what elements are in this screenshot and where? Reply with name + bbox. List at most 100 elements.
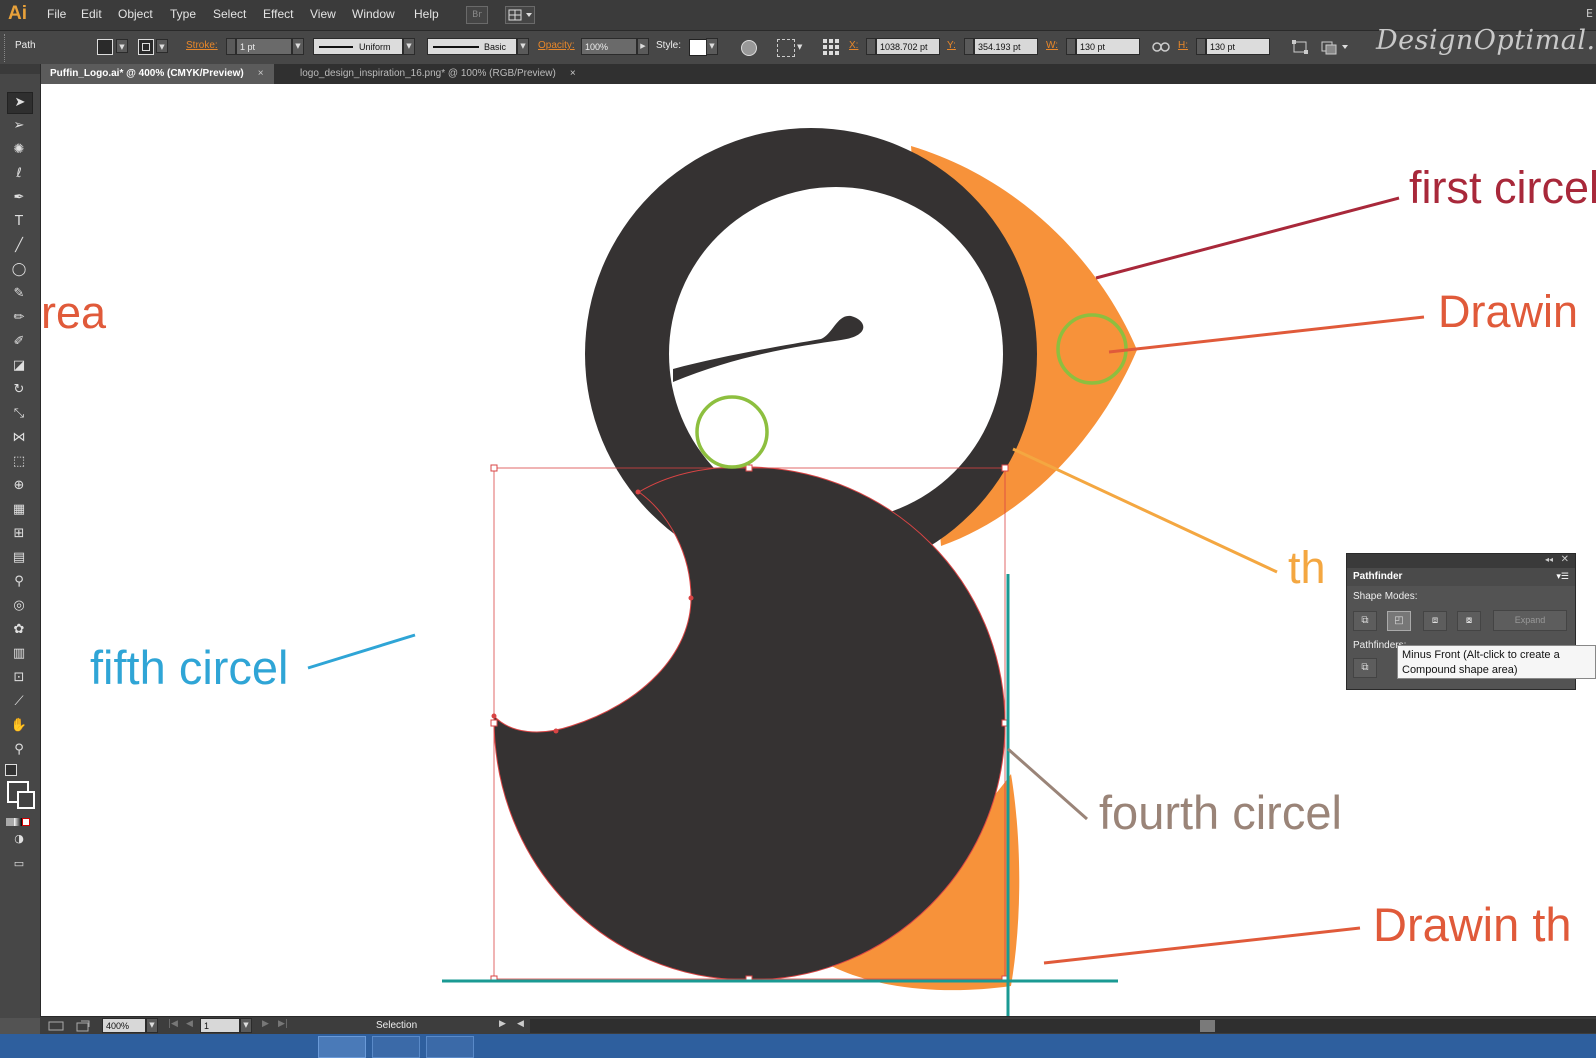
screen-mode-icon[interactable]: ▭ bbox=[7, 854, 31, 874]
last-artboard-icon[interactable]: ▶| bbox=[278, 1019, 288, 1029]
exclude-button[interactable]: ⧇ bbox=[1457, 611, 1481, 631]
menu-help[interactable]: Help bbox=[414, 7, 439, 21]
stroke-label[interactable]: Stroke: bbox=[186, 40, 218, 51]
stroke-weight-field[interactable]: 1 pt bbox=[236, 38, 292, 55]
taskbar-app-button[interactable] bbox=[372, 1036, 420, 1058]
magic-wand-tool-icon[interactable]: ✺ bbox=[7, 140, 31, 160]
taskbar-app-button[interactable] bbox=[426, 1036, 474, 1058]
fill-dropdown[interactable]: ▼ bbox=[116, 39, 128, 53]
w-field[interactable]: 130 pt bbox=[1076, 38, 1140, 55]
y-field[interactable]: 354.193 pt bbox=[974, 38, 1038, 55]
column-graph-tool-icon[interactable]: ▥ bbox=[7, 644, 31, 664]
pencil-tool-icon[interactable]: ✏ bbox=[7, 308, 31, 328]
scroll-left-icon[interactable]: ◀ bbox=[517, 1019, 524, 1029]
blob-brush-tool-icon[interactable]: ✐ bbox=[7, 332, 31, 352]
type-tool-icon[interactable]: T bbox=[7, 212, 31, 232]
close-icon[interactable]: ✕ bbox=[1561, 554, 1569, 565]
gradient-tool-icon[interactable]: ▤ bbox=[7, 548, 31, 568]
brush-definition[interactable]: Basic bbox=[427, 38, 517, 55]
bridge-button[interactable]: Br bbox=[466, 6, 488, 24]
panel-menu-icon[interactable]: ▾☰ bbox=[1556, 571, 1569, 582]
menu-window[interactable]: Window bbox=[352, 7, 395, 21]
mesh-tool-icon[interactable]: ⊞ bbox=[7, 524, 31, 544]
h-field[interactable]: 130 pt bbox=[1206, 38, 1270, 55]
h-label[interactable]: H: bbox=[1178, 40, 1188, 51]
line-segment-tool-icon[interactable]: ╱ bbox=[7, 236, 31, 256]
perspective-grid-tool-icon[interactable]: ▦ bbox=[7, 500, 31, 520]
ellipse-tool-icon[interactable]: ◯ bbox=[7, 260, 31, 280]
expand-button[interactable]: Expand bbox=[1493, 610, 1567, 631]
stroke-swatch[interactable] bbox=[138, 39, 154, 55]
constrain-proportions-icon[interactable] bbox=[1152, 40, 1170, 54]
selection-tool-icon[interactable]: ➤ bbox=[7, 92, 33, 114]
stroke-dropdown[interactable]: ▼ bbox=[156, 39, 168, 53]
artboard-number-field[interactable]: 1 bbox=[200, 1018, 240, 1033]
menu-effect[interactable]: Effect bbox=[263, 7, 293, 21]
w-label[interactable]: W: bbox=[1046, 40, 1058, 51]
workspace-switcher[interactable]: E bbox=[1586, 7, 1593, 20]
menu-select[interactable]: Select bbox=[213, 7, 246, 21]
stroke-color-icon[interactable] bbox=[17, 791, 35, 809]
close-icon[interactable]: × bbox=[258, 68, 264, 79]
y-label[interactable]: Y: bbox=[947, 40, 956, 51]
next-artboard-icon[interactable]: ▶ bbox=[262, 1019, 269, 1029]
profile-dropdown[interactable]: ▼ bbox=[403, 38, 415, 55]
scale-tool-icon[interactable]: ⤡ bbox=[7, 404, 31, 424]
rotate-tool-icon[interactable]: ↻ bbox=[7, 380, 31, 400]
intersect-button[interactable]: ⧈ bbox=[1423, 611, 1447, 631]
blend-tool-icon[interactable]: ◎ bbox=[7, 596, 31, 616]
opacity-dropdown[interactable]: ▶ bbox=[637, 38, 649, 55]
x-field[interactable]: 1038.702 pt bbox=[876, 38, 940, 55]
stroke-weight-stepper[interactable] bbox=[226, 38, 236, 55]
opacity-label[interactable]: Opacity: bbox=[538, 40, 575, 51]
lasso-tool-icon[interactable]: ℓ bbox=[7, 164, 31, 184]
share-icon[interactable] bbox=[76, 1020, 90, 1032]
color-mode-icons[interactable] bbox=[6, 816, 34, 826]
menu-file[interactable]: File bbox=[47, 7, 66, 21]
isolate-dropdown-icon[interactable]: ▼ bbox=[797, 43, 802, 51]
close-icon[interactable]: × bbox=[570, 68, 576, 79]
artboard-tool-icon[interactable]: ⊡ bbox=[7, 668, 31, 688]
y-stepper[interactable] bbox=[964, 38, 974, 55]
zoom-dropdown[interactable]: ▼ bbox=[146, 1018, 158, 1033]
menu-object[interactable]: Object bbox=[118, 7, 153, 21]
brush-dropdown[interactable]: ▼ bbox=[517, 38, 529, 55]
arrange-icon[interactable] bbox=[1320, 39, 1350, 55]
artboard-canvas[interactable]: first circel Drawin rea th fifth circel … bbox=[41, 84, 1596, 1016]
collapse-icon[interactable]: ◂◂ bbox=[1545, 555, 1553, 564]
draw-mode-icon[interactable]: ◑ bbox=[7, 829, 31, 849]
zoom-tool-icon[interactable]: ⚲ bbox=[7, 740, 31, 760]
default-colors-icon[interactable] bbox=[5, 764, 17, 776]
menu-type[interactable]: Type bbox=[170, 7, 196, 21]
first-artboard-icon[interactable]: |◀ bbox=[168, 1019, 178, 1029]
direct-selection-tool-icon[interactable]: ➢ bbox=[7, 116, 31, 136]
status-menu-icon[interactable]: ▶ bbox=[499, 1019, 506, 1029]
h-stepper[interactable] bbox=[1196, 38, 1206, 55]
symbol-sprayer-tool-icon[interactable]: ✿ bbox=[7, 620, 31, 640]
artboard-navigation-icon[interactable] bbox=[48, 1020, 64, 1032]
taskbar-app-button[interactable] bbox=[318, 1036, 366, 1058]
divide-button[interactable]: ⧉ bbox=[1353, 658, 1377, 678]
minus-front-button[interactable]: ◰ bbox=[1387, 611, 1411, 631]
paintbrush-tool-icon[interactable]: ✎ bbox=[7, 284, 31, 304]
isolate-group-icon[interactable] bbox=[777, 39, 795, 57]
tab-puffin-logo[interactable]: Puffin_Logo.ai* @ 400% (CMYK/Preview) × bbox=[40, 64, 274, 84]
scrollbar-thumb[interactable] bbox=[1200, 1020, 1215, 1032]
pen-tool-icon[interactable]: ✒ bbox=[7, 188, 31, 208]
unite-button[interactable]: ⧉ bbox=[1353, 611, 1377, 631]
transform-icon[interactable] bbox=[1291, 39, 1309, 55]
graphic-style-swatch[interactable] bbox=[689, 39, 707, 56]
opacity-field[interactable]: 100% bbox=[581, 38, 637, 55]
zoom-field[interactable]: 400% bbox=[102, 1018, 146, 1033]
reference-point-icon[interactable] bbox=[821, 37, 841, 57]
tab-logo-inspiration[interactable]: logo_design_inspiration_16.png* @ 100% (… bbox=[290, 64, 586, 84]
shape-builder-tool-icon[interactable]: ⊕ bbox=[7, 476, 31, 496]
width-tool-icon[interactable]: ⋈ bbox=[7, 428, 31, 448]
eyedropper-tool-icon[interactable]: ⚲ bbox=[7, 572, 31, 592]
hand-tool-icon[interactable]: ✋ bbox=[7, 716, 31, 736]
variable-width-profile[interactable]: Uniform bbox=[313, 38, 403, 55]
style-dropdown[interactable]: ▼ bbox=[706, 38, 718, 55]
eraser-tool-icon[interactable]: ◪ bbox=[7, 356, 31, 376]
recolor-artwork-icon[interactable] bbox=[741, 40, 757, 56]
menu-view[interactable]: View bbox=[310, 7, 336, 21]
